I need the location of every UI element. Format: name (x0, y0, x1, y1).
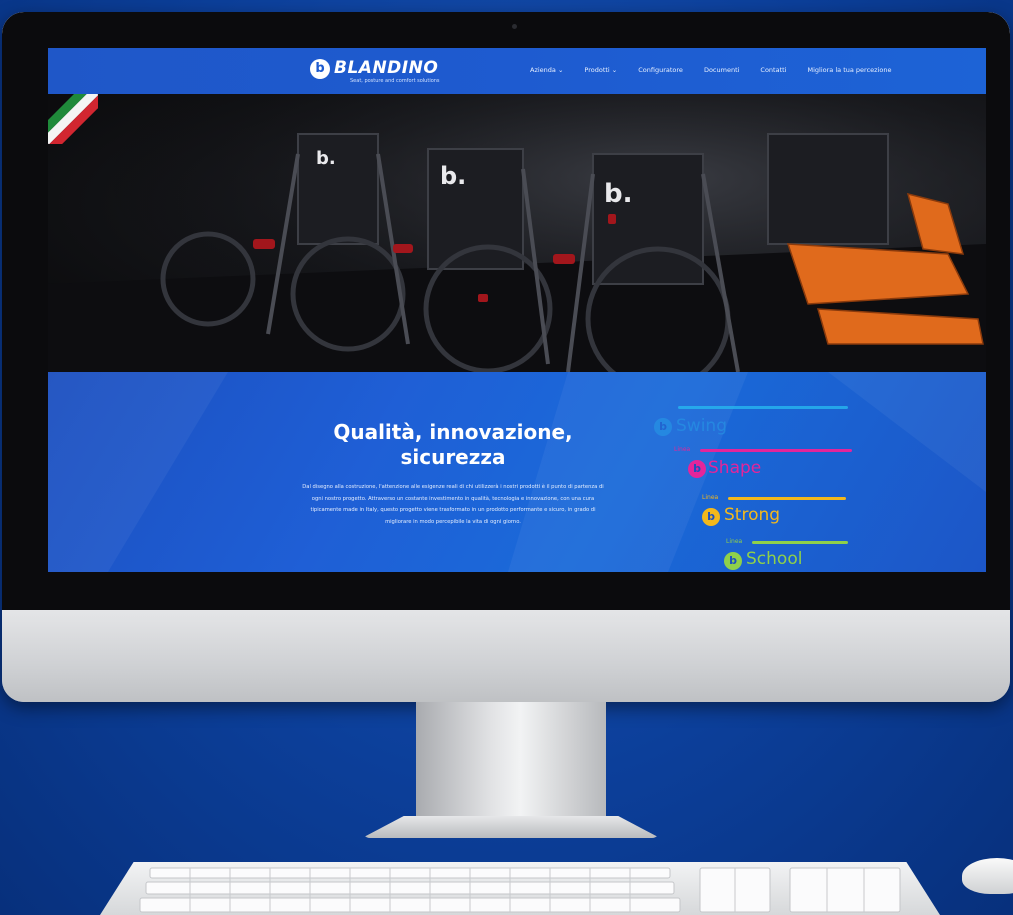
intro-title: Qualità, innovazione, sicurezza (333, 420, 573, 469)
line-strong-name[interactable]: Strong (724, 505, 780, 525)
intro-section: Qualità, innovazione, sicurezza Dal dise… (48, 372, 986, 572)
product-lines: b Swing Linea b Shape Linea b Strong Lin… (648, 402, 888, 572)
keyboard-keys (139, 867, 901, 913)
line-shape-mark-icon: b (688, 460, 706, 478)
line-bar-swing (678, 406, 848, 409)
hero-wheelchairs-illustration: b. b. b. (48, 94, 986, 372)
line-strong-prefix: Linea (702, 494, 719, 501)
logo-mark-icon: b (310, 59, 330, 79)
line-swing-mark-icon: b (654, 418, 672, 436)
nav-prodotti[interactable]: Prodotti ⌄ (584, 66, 617, 74)
line-school-prefix: Linea (726, 538, 743, 545)
nav-migliora[interactable]: Migliora la tua percezione (808, 66, 892, 74)
line-swing-name[interactable]: Swing (676, 416, 727, 436)
logo-text: BLANDINO (334, 58, 439, 78)
logo-tagline: Seat, posture and comfort solutions (350, 78, 440, 84)
line-shape-name[interactable]: Shape (708, 458, 761, 478)
line-bar-strong (728, 497, 846, 500)
nav-contatti[interactable]: Contatti (760, 66, 786, 74)
camera-icon (512, 24, 517, 29)
line-school-mark-icon: b (724, 552, 742, 570)
mouse (962, 858, 1013, 894)
monitor-chin (2, 610, 1010, 702)
nav-documenti[interactable]: Documenti (704, 66, 739, 74)
site-navbar: b BLANDINO Seat, posture and comfort sol… (48, 48, 986, 94)
site-menu: Azienda ⌄ Prodotti ⌄ Configuratore Docum… (530, 66, 912, 74)
intro-body: Dal disegno alla costruzione, l'attenzio… (302, 484, 604, 525)
italian-flag-icon (48, 94, 98, 144)
screen: b BLANDINO Seat, posture and comfort sol… (48, 48, 986, 572)
site-logo[interactable]: b BLANDINO Seat, posture and comfort sol… (310, 56, 440, 86)
product-mark: b. (316, 148, 336, 169)
line-shape-prefix: Linea (674, 446, 691, 453)
monitor-stand-base (362, 816, 660, 838)
line-bar-shape (700, 449, 852, 452)
monitor-bezel: b BLANDINO Seat, posture and comfort sol… (2, 12, 1010, 610)
product-mark: b. (440, 162, 466, 190)
line-strong-mark-icon: b (702, 508, 720, 526)
monitor-stand-neck (416, 702, 606, 820)
monitor: b BLANDINO Seat, posture and comfort sol… (2, 12, 1010, 702)
line-school-name[interactable]: School (746, 549, 802, 569)
line-bar-school (752, 541, 848, 544)
product-mark: b. (604, 179, 633, 209)
nav-configuratore[interactable]: Configuratore (638, 66, 683, 74)
nav-azienda[interactable]: Azienda ⌄ (530, 66, 563, 74)
keyboard (100, 862, 940, 915)
hero-image: b. b. b. (48, 94, 986, 372)
